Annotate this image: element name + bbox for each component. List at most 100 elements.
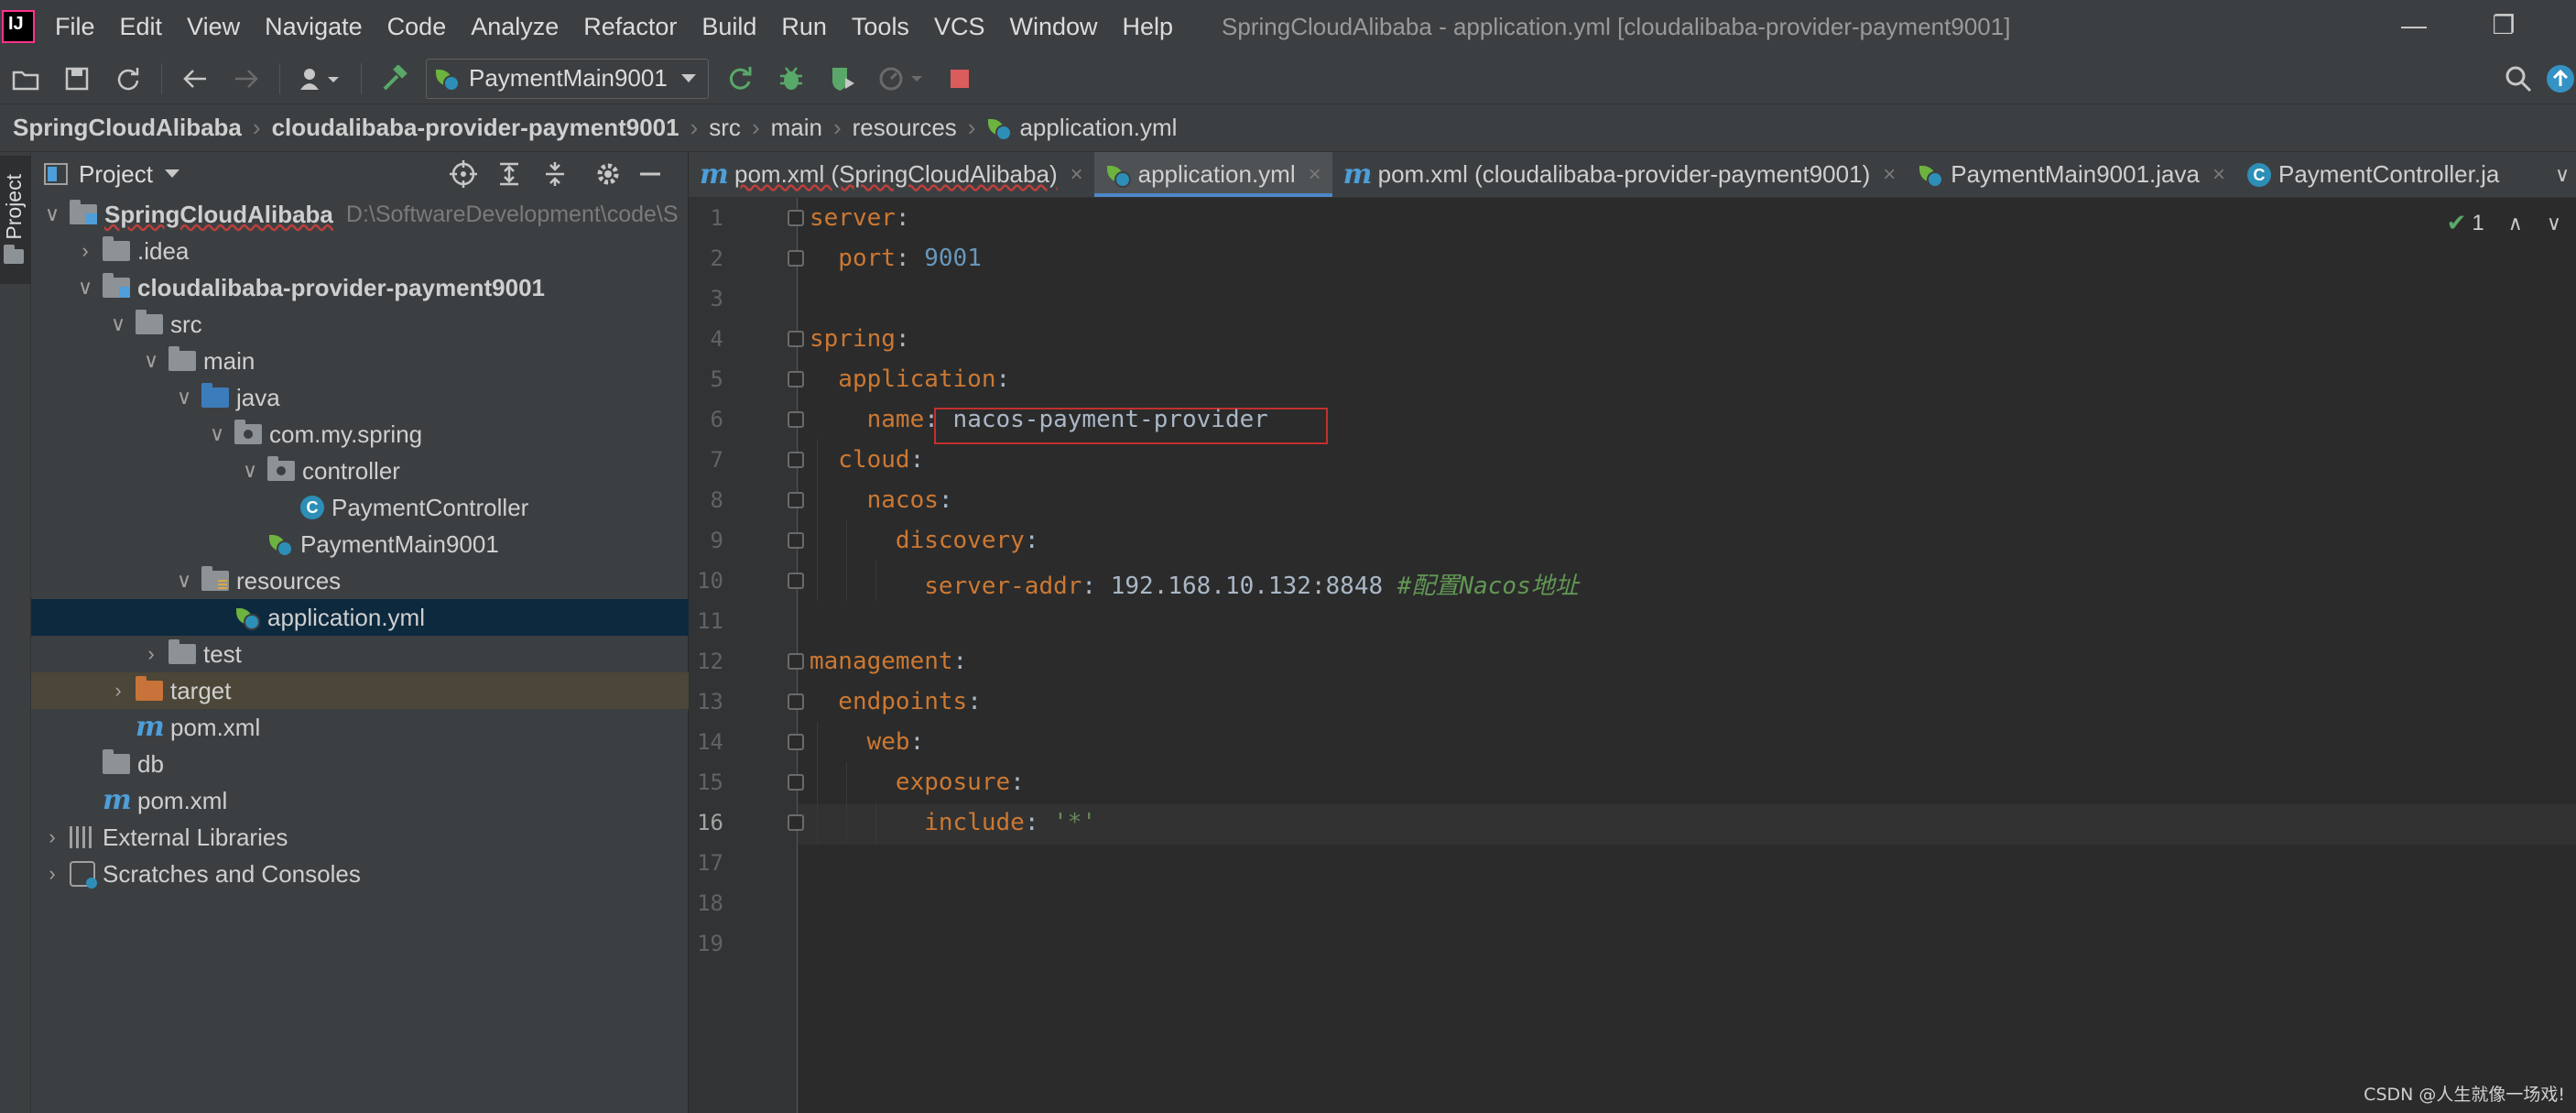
menu-edit[interactable]: Edit <box>120 13 163 41</box>
restore-icon[interactable]: ❐ <box>2476 7 2531 44</box>
chevron-down-icon[interactable]: ∨ <box>2547 212 2561 235</box>
tree-item-resources[interactable]: ∨ resources <box>31 562 689 599</box>
tree-item-idea[interactable]: › .idea <box>31 233 689 269</box>
fold-marker-icon[interactable] <box>788 774 804 791</box>
rerun-icon[interactable] <box>722 60 758 97</box>
chevron-up-icon[interactable]: ∧ <box>2508 212 2523 235</box>
locate-file-icon[interactable] <box>447 158 480 191</box>
chevron-down-icon[interactable]: ∨ <box>174 386 194 409</box>
save-all-icon[interactable] <box>59 60 95 97</box>
breadcrumb-src[interactable]: src <box>709 114 741 142</box>
tab-payment-controller[interactable]: C PaymentController.ja <box>2236 152 2510 197</box>
chevron-right-icon[interactable]: › <box>141 642 161 666</box>
menu-code[interactable]: Code <box>387 13 447 41</box>
build-hammer-icon[interactable] <box>376 60 413 97</box>
menu-help[interactable]: Help <box>1123 13 1174 41</box>
breadcrumb-main[interactable]: main <box>771 114 822 142</box>
fold-marker-icon[interactable] <box>788 492 804 508</box>
vcs-user-icon[interactable] <box>295 60 346 97</box>
fold-marker-icon[interactable] <box>788 210 804 226</box>
menu-file[interactable]: File <box>55 13 95 41</box>
fold-marker-icon[interactable] <box>788 250 804 267</box>
fold-marker-icon[interactable] <box>788 331 804 347</box>
menu-run[interactable]: Run <box>781 13 827 41</box>
run-configuration-selector[interactable]: PaymentMain9001 <box>426 58 709 99</box>
menu-build[interactable]: Build <box>701 13 756 41</box>
chevron-down-icon[interactable]: ∨ <box>108 312 128 336</box>
chevron-down-icon[interactable]: ∨ <box>240 459 260 483</box>
profiler-icon[interactable] <box>875 60 927 97</box>
tree-item-db[interactable]: db <box>31 746 689 782</box>
tree-item-controller-package[interactable]: ∨ controller <box>31 453 689 489</box>
tree-item-root-pom[interactable]: m pom.xml <box>31 782 689 819</box>
fold-marker-icon[interactable] <box>788 653 804 670</box>
chevron-right-icon[interactable]: › <box>108 679 128 703</box>
close-icon[interactable]: × <box>2212 162 2225 188</box>
tab-root-pom[interactable]: m pom.xml (SpringCloudAlibaba) × <box>689 152 1094 197</box>
gear-icon[interactable] <box>592 158 625 191</box>
fold-marker-icon[interactable] <box>788 452 804 468</box>
stop-icon[interactable] <box>941 60 978 97</box>
breadcrumb-project[interactable]: SpringCloudAlibaba <box>13 114 242 142</box>
tabs-overflow-chevron-icon[interactable]: ∨ <box>2549 152 2576 197</box>
fold-marker-icon[interactable] <box>788 734 804 750</box>
tree-item-application-yml[interactable]: application.yml <box>31 599 689 636</box>
chevron-down-icon[interactable]: ∨ <box>207 422 227 446</box>
menu-view[interactable]: View <box>187 13 240 41</box>
tree-item-test[interactable]: › test <box>31 636 689 672</box>
project-view-title[interactable]: Project <box>79 160 153 189</box>
hide-panel-icon[interactable] <box>634 158 667 191</box>
chevron-right-icon[interactable]: › <box>42 825 62 849</box>
inspection-widget[interactable]: ✔ 1 ∧ ∨ <box>2447 209 2561 237</box>
menu-navigate[interactable]: Navigate <box>265 13 363 41</box>
collapse-all-icon[interactable] <box>538 158 571 191</box>
fold-marker-icon[interactable] <box>788 532 804 549</box>
tree-item-project-root[interactable]: ∨ SpringCloudAlibaba D:\SoftwareDevelopm… <box>31 196 689 233</box>
expand-all-icon[interactable] <box>493 158 526 191</box>
breadcrumb-module[interactable]: cloudalibaba-provider-payment9001 <box>272 114 679 142</box>
breadcrumb-resources[interactable]: resources <box>853 114 957 142</box>
project-tool-window-button[interactable]: Project <box>0 156 31 284</box>
chevron-right-icon[interactable]: › <box>42 862 62 886</box>
close-icon[interactable]: × <box>1071 162 1083 188</box>
menu-analyze[interactable]: Analyze <box>471 13 559 41</box>
search-everywhere-icon[interactable] <box>2500 60 2537 97</box>
chevron-down-icon[interactable] <box>164 169 180 180</box>
chevron-down-icon[interactable]: ∨ <box>174 569 194 593</box>
fold-marker-icon[interactable] <box>788 573 804 589</box>
back-icon[interactable] <box>177 60 213 97</box>
tree-item-payment-controller[interactable]: C PaymentController <box>31 489 689 526</box>
fold-marker-icon[interactable] <box>788 693 804 710</box>
tree-item-scratches[interactable]: › Scratches and Consoles <box>31 856 689 892</box>
menu-vcs[interactable]: VCS <box>934 13 985 41</box>
chevron-down-icon[interactable]: ∨ <box>141 349 161 373</box>
chevron-down-icon[interactable]: ∨ <box>42 202 62 226</box>
menu-window[interactable]: Window <box>1009 13 1097 41</box>
fold-marker-icon[interactable] <box>788 814 804 831</box>
run-with-coverage-icon[interactable] <box>824 60 861 97</box>
tab-payment-main[interactable]: PaymentMain9001.java × <box>1907 152 2236 197</box>
tree-item-module[interactable]: ∨ cloudalibaba-provider-payment9001 <box>31 269 689 306</box>
breadcrumb-file[interactable]: application.yml <box>986 114 1177 142</box>
fold-marker-icon[interactable] <box>788 411 804 428</box>
forward-icon[interactable] <box>228 60 265 97</box>
tree-item-package[interactable]: ∨ com.my.spring <box>31 416 689 453</box>
chevron-right-icon[interactable]: › <box>75 239 95 263</box>
sync-icon[interactable] <box>110 60 147 97</box>
tree-item-main[interactable]: ∨ main <box>31 343 689 379</box>
menu-tools[interactable]: Tools <box>852 13 909 41</box>
menu-refactor[interactable]: Refactor <box>583 13 677 41</box>
tree-item-java[interactable]: ∨ java <box>31 379 689 416</box>
minimize-icon[interactable]: — <box>2386 7 2441 44</box>
fold-marker-icon[interactable] <box>788 371 804 387</box>
tree-item-external-libraries[interactable]: › External Libraries <box>31 819 689 856</box>
tab-module-pom[interactable]: m pom.xml (cloudalibaba-provider-payment… <box>1332 152 1908 197</box>
close-icon[interactable]: × <box>1883 162 1896 188</box>
tab-application-yml[interactable]: application.yml × <box>1093 152 1332 197</box>
chevron-down-icon[interactable]: ∨ <box>75 276 95 300</box>
open-folder-icon[interactable] <box>7 60 44 97</box>
close-icon[interactable]: × <box>1309 162 1321 188</box>
tree-item-module-pom[interactable]: m pom.xml <box>31 709 689 746</box>
update-icon[interactable] <box>2542 60 2576 97</box>
tree-item-target[interactable]: › target <box>31 672 689 709</box>
